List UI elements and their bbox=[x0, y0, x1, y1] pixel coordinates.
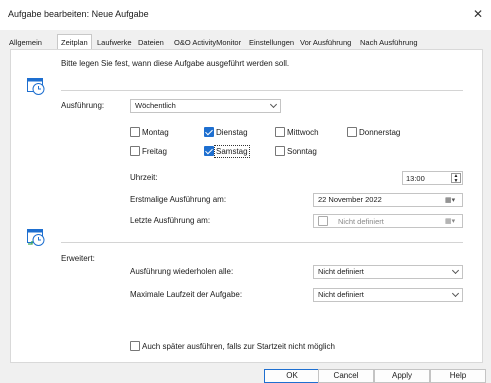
max-runtime-label: Maximale Laufzeit der Aufgabe: bbox=[130, 290, 243, 299]
tab-einstellungen[interactable]: Einstellungen bbox=[246, 36, 297, 50]
repeat-value: Nicht definiert bbox=[318, 267, 364, 276]
last-run-label: Letzte Ausführung am: bbox=[130, 216, 211, 225]
checkbox-samstag[interactable] bbox=[204, 146, 214, 156]
time-value: 13:00 bbox=[406, 174, 425, 183]
label-mittwoch: Mittwoch bbox=[287, 128, 319, 137]
advanced-label: Erweitert: bbox=[61, 254, 95, 263]
run-later-checkbox[interactable] bbox=[130, 341, 140, 351]
label-samstag: Samstag bbox=[214, 145, 250, 158]
repeat-select[interactable]: Nicht definiert bbox=[313, 265, 463, 279]
first-run-date-picker[interactable]: 22 November 2022 ▦▾ bbox=[313, 193, 463, 207]
checkbox-donnerstag[interactable] bbox=[347, 127, 357, 137]
label-montag: Montag bbox=[142, 128, 169, 137]
time-spinner-icon[interactable]: ▲ ▼ bbox=[451, 173, 461, 184]
run-later-label: Auch später ausführen, falls zur Startze… bbox=[142, 342, 335, 351]
divider-advanced bbox=[61, 242, 463, 243]
last-run-value: Nicht definiert bbox=[338, 217, 384, 226]
calendar-clock-icon bbox=[27, 78, 45, 95]
window-title: Aufgabe bearbeiten: Neue Aufgabe bbox=[8, 9, 149, 19]
intro-text: Bitte legen Sie fest, wann diese Aufgabe… bbox=[61, 59, 290, 68]
tab-vor-ausfuehrung[interactable]: Vor Ausführung bbox=[297, 36, 354, 50]
cancel-button[interactable]: Cancel bbox=[318, 369, 374, 383]
tab-zeitplan[interactable]: Zeitplan bbox=[57, 34, 92, 50]
ok-button[interactable]: OK bbox=[264, 369, 320, 383]
label-donnerstag: Donnerstag bbox=[359, 128, 401, 137]
time-label: Uhrzeit: bbox=[130, 173, 158, 182]
apply-button[interactable]: Apply bbox=[374, 369, 430, 383]
frequency-select[interactable]: Wöchentlich bbox=[130, 99, 281, 113]
tab-dateien[interactable]: Dateien bbox=[135, 36, 167, 50]
tab-activity-monitor[interactable]: O&O ActivityMonitor bbox=[171, 36, 244, 50]
time-input[interactable]: 13:00 ▲ ▼ bbox=[402, 171, 463, 185]
divider-top bbox=[61, 90, 463, 91]
calendar-dropdown-icon: ▦▾ bbox=[445, 197, 456, 204]
close-icon[interactable]: ✕ bbox=[471, 6, 485, 22]
calendar-repeat-icon bbox=[27, 229, 45, 246]
label-freitag: Freitag bbox=[142, 147, 167, 156]
repeat-label: Ausführung wiederholen alle: bbox=[130, 267, 234, 276]
max-runtime-select[interactable]: Nicht definiert bbox=[313, 288, 463, 302]
execution-label: Ausführung: bbox=[61, 101, 105, 110]
tab-bar: Allgemein Zeitplan Laufwerke Dateien O&O… bbox=[0, 34, 491, 50]
tab-allgemein[interactable]: Allgemein bbox=[6, 36, 45, 50]
chevron-down-icon bbox=[451, 289, 460, 298]
max-runtime-value: Nicht definiert bbox=[318, 290, 364, 299]
last-run-date-picker[interactable]: Nicht definiert ▦▾ bbox=[313, 214, 463, 228]
checkbox-mittwoch[interactable] bbox=[275, 127, 285, 137]
checkbox-dienstag[interactable] bbox=[204, 127, 214, 137]
tab-nach-ausfuehrung[interactable]: Nach Ausführung bbox=[357, 36, 421, 50]
label-sonntag: Sonntag bbox=[287, 147, 317, 156]
first-run-value: 22 November 2022 bbox=[318, 195, 382, 204]
calendar-dropdown-icon: ▦▾ bbox=[445, 218, 456, 225]
chevron-down-icon bbox=[451, 266, 460, 275]
checkbox-montag[interactable] bbox=[130, 127, 140, 137]
checkbox-freitag[interactable] bbox=[130, 146, 140, 156]
first-run-label: Erstmalige Ausführung am: bbox=[130, 195, 227, 204]
tab-laufwerke[interactable]: Laufwerke bbox=[94, 36, 135, 50]
checkbox-sonntag[interactable] bbox=[275, 146, 285, 156]
label-dienstag: Dienstag bbox=[216, 128, 248, 137]
last-run-checkbox[interactable] bbox=[318, 216, 328, 226]
chevron-down-icon bbox=[269, 100, 278, 109]
frequency-value: Wöchentlich bbox=[135, 101, 176, 110]
help-button[interactable]: Help bbox=[430, 369, 486, 383]
